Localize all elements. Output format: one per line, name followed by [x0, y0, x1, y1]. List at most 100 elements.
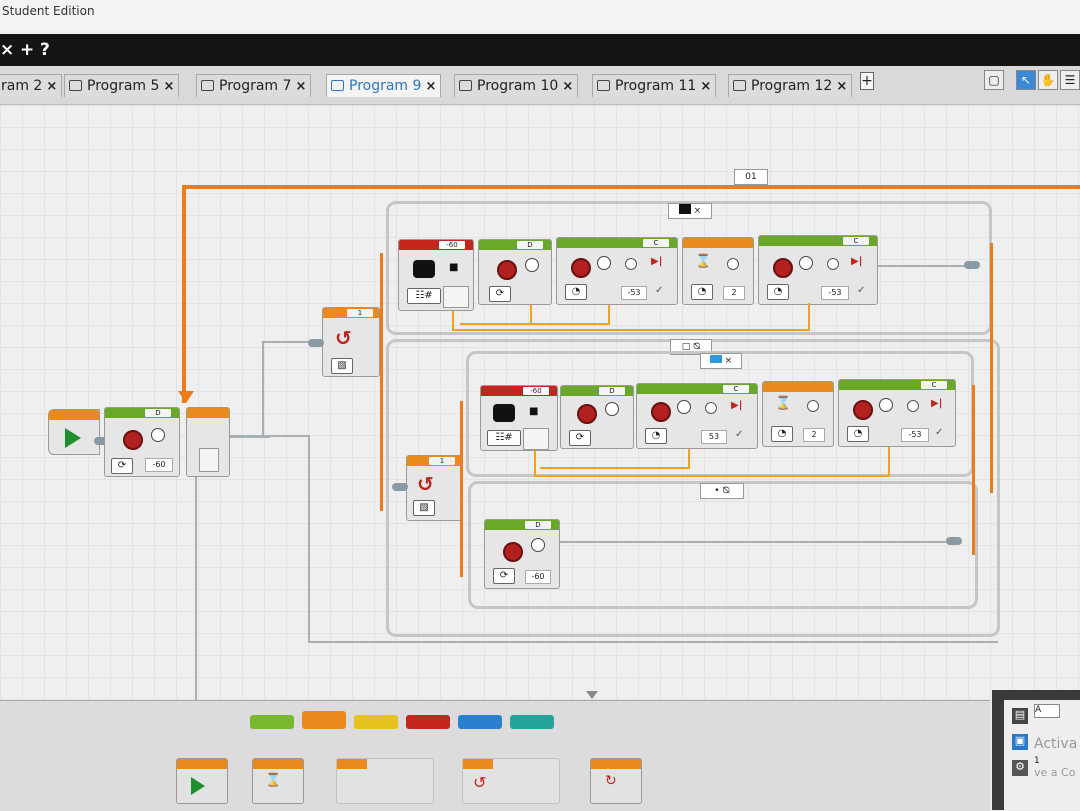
- palette-tab-action[interactable]: [250, 715, 294, 729]
- book-number-icon[interactable]: ☷#: [487, 430, 521, 446]
- palette-tab-data[interactable]: [406, 715, 450, 729]
- motor-port[interactable]: D: [145, 409, 171, 417]
- book-number-icon[interactable]: ☷#: [407, 288, 441, 304]
- motor-port[interactable]: C: [643, 239, 669, 247]
- switch-mode-icon[interactable]: ▧: [331, 358, 353, 374]
- content-editor-icon[interactable]: ▢: [984, 70, 1004, 90]
- mode-selector-icon[interactable]: ◔: [767, 284, 789, 300]
- medium-motor-block-d[interactable]: D ⟳ -60: [104, 407, 180, 477]
- motor-port[interactable]: D: [599, 387, 625, 395]
- tab-program-10[interactable]: Program 10 ×: [454, 74, 579, 97]
- close-project-button[interactable]: ×: [0, 40, 14, 60]
- tab-close-icon[interactable]: ×: [700, 79, 711, 94]
- palette-tab-advanced[interactable]: [458, 715, 502, 729]
- wait-block-top[interactable]: ⌛ ◔ 2: [682, 237, 754, 305]
- math-block-top[interactable]: -60 ■ ☷#: [398, 239, 474, 311]
- sequence-plug[interactable]: [308, 339, 324, 347]
- palette-tab-flow[interactable]: [302, 711, 346, 729]
- rotations-icon: [827, 258, 839, 270]
- inner-case-false-label[interactable]: • ⦰: [700, 483, 744, 499]
- add-project-button[interactable]: +: [20, 40, 34, 60]
- mode-selector-icon[interactable]: ⟳: [569, 430, 591, 446]
- palette-tab-sensor[interactable]: [354, 715, 398, 729]
- start-block[interactable]: [48, 409, 100, 455]
- sequence-plug[interactable]: [392, 483, 408, 491]
- math-block-mid[interactable]: -60 ■ ☷#: [480, 385, 558, 451]
- palette-tab-myblocks[interactable]: [510, 715, 554, 729]
- large-motor-block-c-mid-1[interactable]: C ▶| ◔ 53 ✓: [636, 383, 758, 449]
- motor-port[interactable]: C: [843, 237, 869, 245]
- power-value[interactable]: -60: [525, 570, 551, 584]
- add-tab-button[interactable]: +: [860, 72, 874, 90]
- tab-close-icon[interactable]: ×: [46, 79, 57, 94]
- loop-mode-icon[interactable]: [199, 448, 219, 472]
- math-value[interactable]: -60: [523, 387, 549, 395]
- loop-start-block[interactable]: [186, 407, 230, 477]
- comment-tool-icon[interactable]: ☰: [1060, 70, 1080, 90]
- medium-motor-block-d-top[interactable]: D ⟳: [478, 239, 552, 305]
- available-bricks-icon[interactable]: ⚙: [1012, 760, 1028, 776]
- large-motor-block-c-mid-2[interactable]: C ▶| ◔ -53 ✓: [838, 379, 956, 447]
- tab-program-12[interactable]: Program 12 ×: [728, 74, 853, 97]
- palette-loop-interrupt-block[interactable]: ↻: [590, 758, 642, 804]
- case-true-label[interactable]: ×: [668, 203, 712, 219]
- motor-port[interactable]: D: [517, 241, 543, 249]
- tab-ram-2[interactable]: ram 2 ×: [0, 74, 63, 97]
- sequence-plug[interactable]: [964, 261, 980, 269]
- power-value[interactable]: -53: [901, 428, 929, 442]
- mode-selector-icon[interactable]: ⟳: [111, 458, 133, 474]
- switch-port[interactable]: 1: [429, 457, 455, 465]
- medium-motor-block-d-mid[interactable]: D ⟳: [560, 385, 634, 449]
- palette-start-block[interactable]: [176, 758, 228, 804]
- mode-selector-icon[interactable]: ◔: [691, 284, 713, 300]
- tab-program-11[interactable]: Program 11 ×: [592, 74, 717, 97]
- tab-program-9[interactable]: Program 9 ×: [326, 74, 442, 97]
- mode-selector-icon[interactable]: ⟳: [489, 286, 511, 302]
- inner-case-true-label[interactable]: ×: [700, 353, 742, 369]
- math-output[interactable]: [523, 428, 549, 450]
- math-output[interactable]: [443, 286, 469, 308]
- mode-selector-icon[interactable]: ◔: [645, 428, 667, 444]
- select-tool-icon[interactable]: ↖: [1016, 70, 1036, 90]
- tab-close-icon[interactable]: ×: [836, 79, 847, 94]
- tab-program-5[interactable]: Program 5 ×: [64, 74, 180, 97]
- pan-tool-icon[interactable]: ✋: [1038, 70, 1058, 90]
- mode-selector-icon[interactable]: ⟳: [493, 568, 515, 584]
- motor-port[interactable]: C: [723, 385, 749, 393]
- palette-loop-block[interactable]: [336, 758, 434, 804]
- large-motor-block-c-top-1[interactable]: C ▶| ◔ -53 ✓: [556, 237, 678, 305]
- switch-block-inner[interactable]: 1 ↺ ▧: [406, 455, 462, 521]
- wait-seconds-value[interactable]: 2: [723, 286, 745, 300]
- programming-canvas[interactable]: 01 D ⟳ -60 1 ↺ ▧ × □ ⦰ -60 ■ ☷# D ⟳ C ▶|…: [0, 105, 1080, 700]
- tab-close-icon[interactable]: ×: [295, 79, 306, 94]
- brick-info-icon[interactable]: ▤: [1012, 708, 1028, 724]
- motor-port[interactable]: D: [525, 521, 551, 529]
- power-value[interactable]: 53: [701, 430, 727, 444]
- mode-selector-icon[interactable]: ◔: [771, 426, 793, 442]
- tab-close-icon[interactable]: ×: [425, 79, 436, 94]
- large-motor-block-c-top-2[interactable]: C ▶| ◔ -53 ✓: [758, 235, 878, 305]
- palette-wait-block[interactable]: ⌛: [252, 758, 304, 804]
- tab-close-icon[interactable]: ×: [562, 79, 573, 94]
- loop-label[interactable]: 01: [734, 169, 768, 185]
- sequence-plug[interactable]: [946, 537, 962, 545]
- switch-mode-icon[interactable]: ▧: [413, 500, 435, 516]
- tab-close-icon[interactable]: ×: [163, 79, 174, 94]
- wait-seconds-value[interactable]: 2: [803, 428, 825, 442]
- power-value[interactable]: -60: [145, 458, 173, 472]
- switch-port[interactable]: 1: [347, 309, 373, 317]
- power-value[interactable]: -53: [821, 286, 849, 300]
- motor-port[interactable]: C: [921, 381, 947, 389]
- medium-motor-block-d-bottom[interactable]: D ⟳ -60: [484, 519, 560, 589]
- port-view-icon[interactable]: ▣: [1012, 734, 1028, 750]
- wait-block-mid[interactable]: ⌛ ◔ 2: [762, 381, 834, 447]
- palette-switch-block[interactable]: ↺: [462, 758, 560, 804]
- tab-program-7[interactable]: Program 7 ×: [196, 74, 312, 97]
- power-value[interactable]: -53: [621, 286, 647, 300]
- help-button[interactable]: ?: [40, 40, 50, 60]
- math-value[interactable]: -60: [439, 241, 465, 249]
- switch-block-outer[interactable]: 1 ↺ ▧: [322, 307, 380, 377]
- mode-selector-icon[interactable]: ◔: [847, 426, 869, 442]
- mode-selector-icon[interactable]: ◔: [565, 284, 587, 300]
- collapse-arrow-icon[interactable]: [586, 691, 598, 699]
